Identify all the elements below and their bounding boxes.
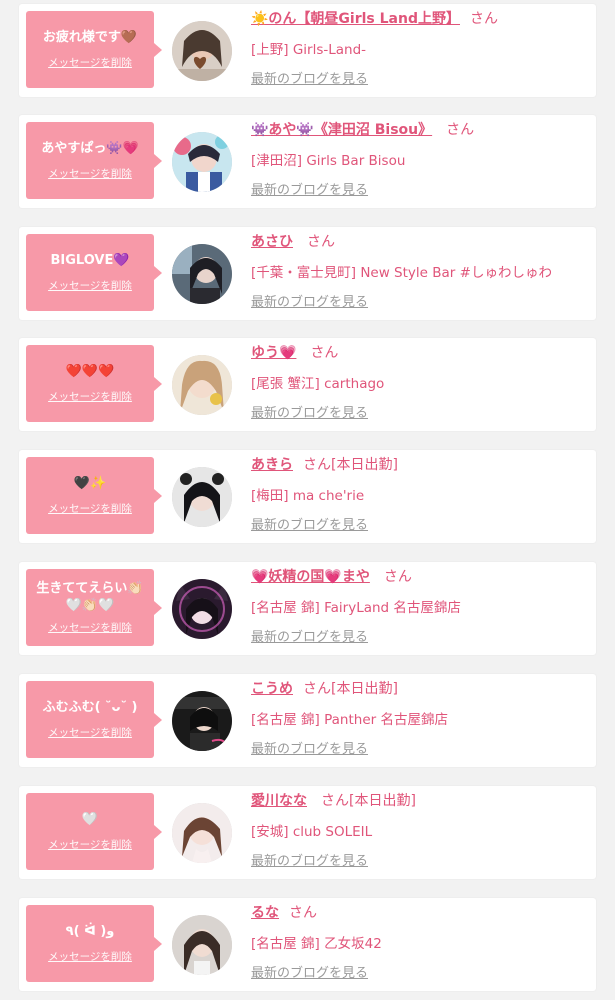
delete-message-link[interactable]: メッセージを削除 [48,278,132,293]
message-bubble: ❤️❤️❤️ メッセージを削除 [26,345,162,422]
cast-name-link[interactable]: るな [251,905,279,921]
list-item: ふむふむ( ˘ᴗ˘ ) メッセージを削除 こうめ さん[本日出勤] [名古屋 錦]… [19,674,596,767]
shop-name: [津田沼] Girls Bar Bisou [251,153,406,169]
shop-name: [尾張 蟹江] carthago [251,376,385,392]
message-text: 生きててえらい👏🏻🤍👏🏻🤍 [36,581,144,613]
message-bubble: BIGLOVE💜 メッセージを削除 [26,234,162,311]
avatar[interactable] [172,244,232,304]
cast-name-link[interactable]: あきら [251,457,293,473]
delete-message-link[interactable]: メッセージを削除 [48,620,132,635]
message-text: お疲れ様です🤎 [42,30,138,45]
avatar[interactable] [172,579,232,639]
list-item: 🖤✨ メッセージを削除 あきら さん[本日出勤] [梅田] ma che'rie … [19,450,596,543]
shop-name: [千葉・富士見町] New Style Bar #しゅわしゅわ [251,265,552,281]
avatar[interactable] [172,691,232,751]
message-list: お疲れ様です🤎 メッセージを削除 ☀️のん【朝昼Girls Land上野】 さん … [0,0,615,1000]
avatar[interactable] [172,355,232,415]
message-bubble: ٩( ᐛ )و メッセージを削除 [26,905,162,982]
message-text: ❤️❤️❤️ [65,364,115,379]
avatar[interactable] [172,915,232,975]
honorific: さん [470,11,498,27]
cast-name-link[interactable]: ゆう💗 [251,345,296,361]
cast-name-link[interactable]: あさひ [251,234,293,250]
cast-name-link[interactable]: こうめ [251,681,293,697]
delete-message-link[interactable]: メッセージを削除 [48,837,132,852]
cast-name-link[interactable]: 👾あや👾《津田沼 Bisou》 [251,122,432,138]
message-bubble: お疲れ様です🤎 メッセージを削除 [26,11,162,88]
message-text: あやすぱっ👾💗 [41,141,139,156]
avatar[interactable] [172,467,232,527]
message-text: BIGLOVE💜 [50,253,130,268]
list-item: 生きててえらい👏🏻🤍👏🏻🤍 メッセージを削除 💗妖精の国💗まや さん [名古屋 錦… [19,562,596,655]
shop-name: [名古屋 錦] 乙女坂42 [251,936,382,952]
honorific: さん [303,457,331,473]
honorific: さん [289,905,317,921]
status-badge: [本日出勤] [349,793,416,809]
latest-blog-link[interactable]: 最新のブログを見る [251,626,368,645]
latest-blog-link[interactable]: 最新のブログを見る [251,402,368,421]
delete-message-link[interactable]: メッセージを削除 [48,55,132,70]
honorific: さん [446,122,475,138]
cast-name-link[interactable]: ☀️のん【朝昼Girls Land上野】 [251,11,460,27]
honorific: さん [321,793,349,809]
status-badge: [本日出勤] [331,457,398,473]
message-bubble: あやすぱっ👾💗 メッセージを削除 [26,122,162,199]
honorific: さん [307,234,335,250]
shop-name: [安城] club SOLEIL [251,824,373,840]
honorific: さん [303,681,331,697]
delete-message-link[interactable]: メッセージを削除 [48,501,132,516]
shop-name: [名古屋 錦] FairyLand 名古屋錦店 [251,600,461,616]
message-bubble: ふむふむ( ˘ᴗ˘ ) メッセージを削除 [26,681,162,758]
latest-blog-link[interactable]: 最新のブログを見る [251,291,368,310]
list-item: あやすぱっ👾💗 メッセージを削除 👾あや👾《津田沼 Bisou》 さん [津田沼]… [19,115,596,208]
shop-name: [梅田] ma che'rie [251,488,365,504]
shop-name: [名古屋 錦] Panther 名古屋錦店 [251,712,448,728]
delete-message-link[interactable]: メッセージを削除 [48,166,132,181]
latest-blog-link[interactable]: 最新のブログを見る [251,514,368,533]
latest-blog-link[interactable]: 最新のブログを見る [251,68,368,87]
latest-blog-link[interactable]: 最新のブログを見る [251,962,368,981]
delete-message-link[interactable]: メッセージを削除 [48,389,132,404]
latest-blog-link[interactable]: 最新のブログを見る [251,850,368,869]
list-item: 🤍 メッセージを削除 愛川なな さん[本日出勤] [安城] club SOLEIL… [19,786,596,879]
list-item: ٩( ᐛ )و メッセージを削除 るな さん [名古屋 錦] 乙女坂42 最新のブ… [19,898,596,991]
latest-blog-link[interactable]: 最新のブログを見る [251,738,368,757]
list-item: お疲れ様です🤎 メッセージを削除 ☀️のん【朝昼Girls Land上野】 さん … [19,4,596,97]
avatar[interactable] [172,803,232,863]
message-text: ٩( ᐛ )و [65,924,115,939]
delete-message-link[interactable]: メッセージを削除 [48,725,132,740]
list-item: BIGLOVE💜 メッセージを削除 あさひ さん [千葉・富士見町] New St… [19,227,596,320]
list-item: ❤️❤️❤️ メッセージを削除 ゆう💗 さん [尾張 蟹江] carthago 最… [19,338,596,431]
cast-name-link[interactable]: 💗妖精の国💗まや [251,569,370,585]
message-bubble: 🤍 メッセージを削除 [26,793,162,870]
message-text: 🤍 [81,812,99,827]
message-bubble: 生きててえらい👏🏻🤍👏🏻🤍 メッセージを削除 [26,569,162,646]
delete-message-link[interactable]: メッセージを削除 [48,949,132,964]
latest-blog-link[interactable]: 最新のブログを見る [251,179,368,198]
shop-name: [上野] Girls-Land- [251,42,367,58]
status-badge: [本日出勤] [331,681,398,697]
message-bubble: 🖤✨ メッセージを削除 [26,457,162,534]
honorific: さん [383,569,412,585]
cast-name-link[interactable]: 愛川なな [251,793,307,809]
avatar[interactable] [172,21,232,81]
honorific: さん [310,345,339,361]
avatar[interactable] [172,132,232,192]
message-text: 🖤✨ [73,476,107,491]
message-text: ふむふむ( ˘ᴗ˘ ) [42,700,138,715]
